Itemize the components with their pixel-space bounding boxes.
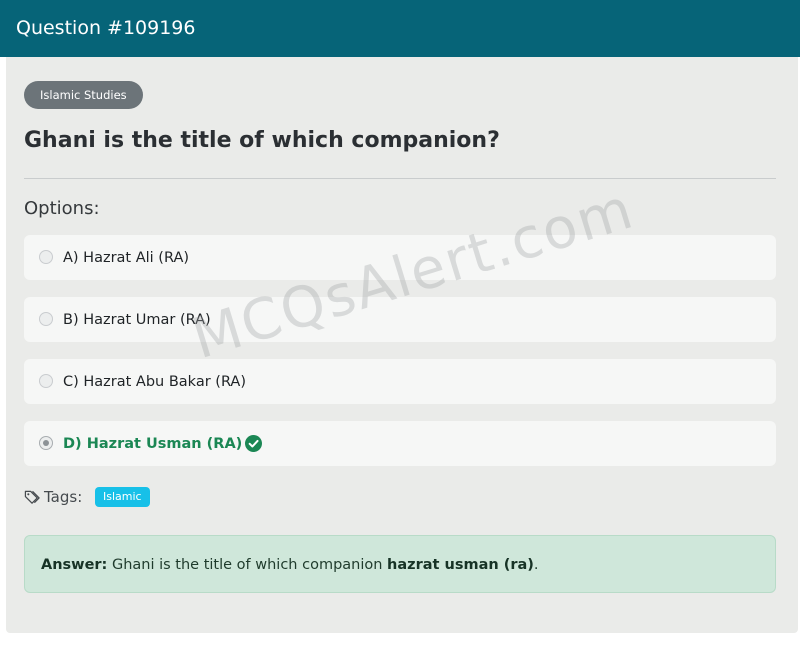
check-circle-icon — [245, 435, 262, 452]
radio-button[interactable] — [39, 374, 53, 388]
tags-icon — [24, 490, 40, 504]
radio-button-selected[interactable] — [39, 436, 53, 450]
answer-sentence: Ghani is the title of which companion — [111, 557, 383, 573]
answer-suffix: . — [533, 557, 539, 573]
radio-button[interactable] — [39, 250, 53, 264]
option-c[interactable]: C) Hazrat Abu Bakar (RA) — [24, 359, 776, 404]
tag-badge-islamic[interactable]: Islamic — [95, 487, 150, 507]
header-bar: Question #109196 — [0, 0, 800, 57]
answer-value: hazrat usman (ra) — [387, 557, 534, 573]
question-number-title: Question #109196 — [16, 17, 196, 39]
option-a[interactable]: A) Hazrat Ali (RA) — [24, 235, 776, 280]
option-label-correct: D) Hazrat Usman (RA) — [63, 436, 243, 452]
option-label: A) Hazrat Ali (RA) — [63, 250, 190, 266]
answer-prefix: Answer: — [41, 557, 108, 573]
option-label: B) Hazrat Umar (RA) — [63, 312, 211, 328]
question-text: Ghani is the title of which companion? — [24, 128, 500, 153]
radio-button[interactable] — [39, 312, 53, 326]
options-heading: Options: — [24, 198, 100, 219]
option-d[interactable]: D) Hazrat Usman (RA) — [24, 421, 776, 466]
tags-label: Tags: — [44, 488, 83, 506]
answer-text: Answer: Ghani is the title of which comp… — [41, 555, 539, 575]
divider — [24, 178, 776, 179]
page-footer-space — [0, 633, 800, 665]
answer-box: Answer: Ghani is the title of which comp… — [24, 535, 776, 593]
option-b[interactable]: B) Hazrat Umar (RA) — [24, 297, 776, 342]
category-badge[interactable]: Islamic Studies — [24, 81, 143, 109]
option-label: C) Hazrat Abu Bakar (RA) — [63, 374, 247, 390]
